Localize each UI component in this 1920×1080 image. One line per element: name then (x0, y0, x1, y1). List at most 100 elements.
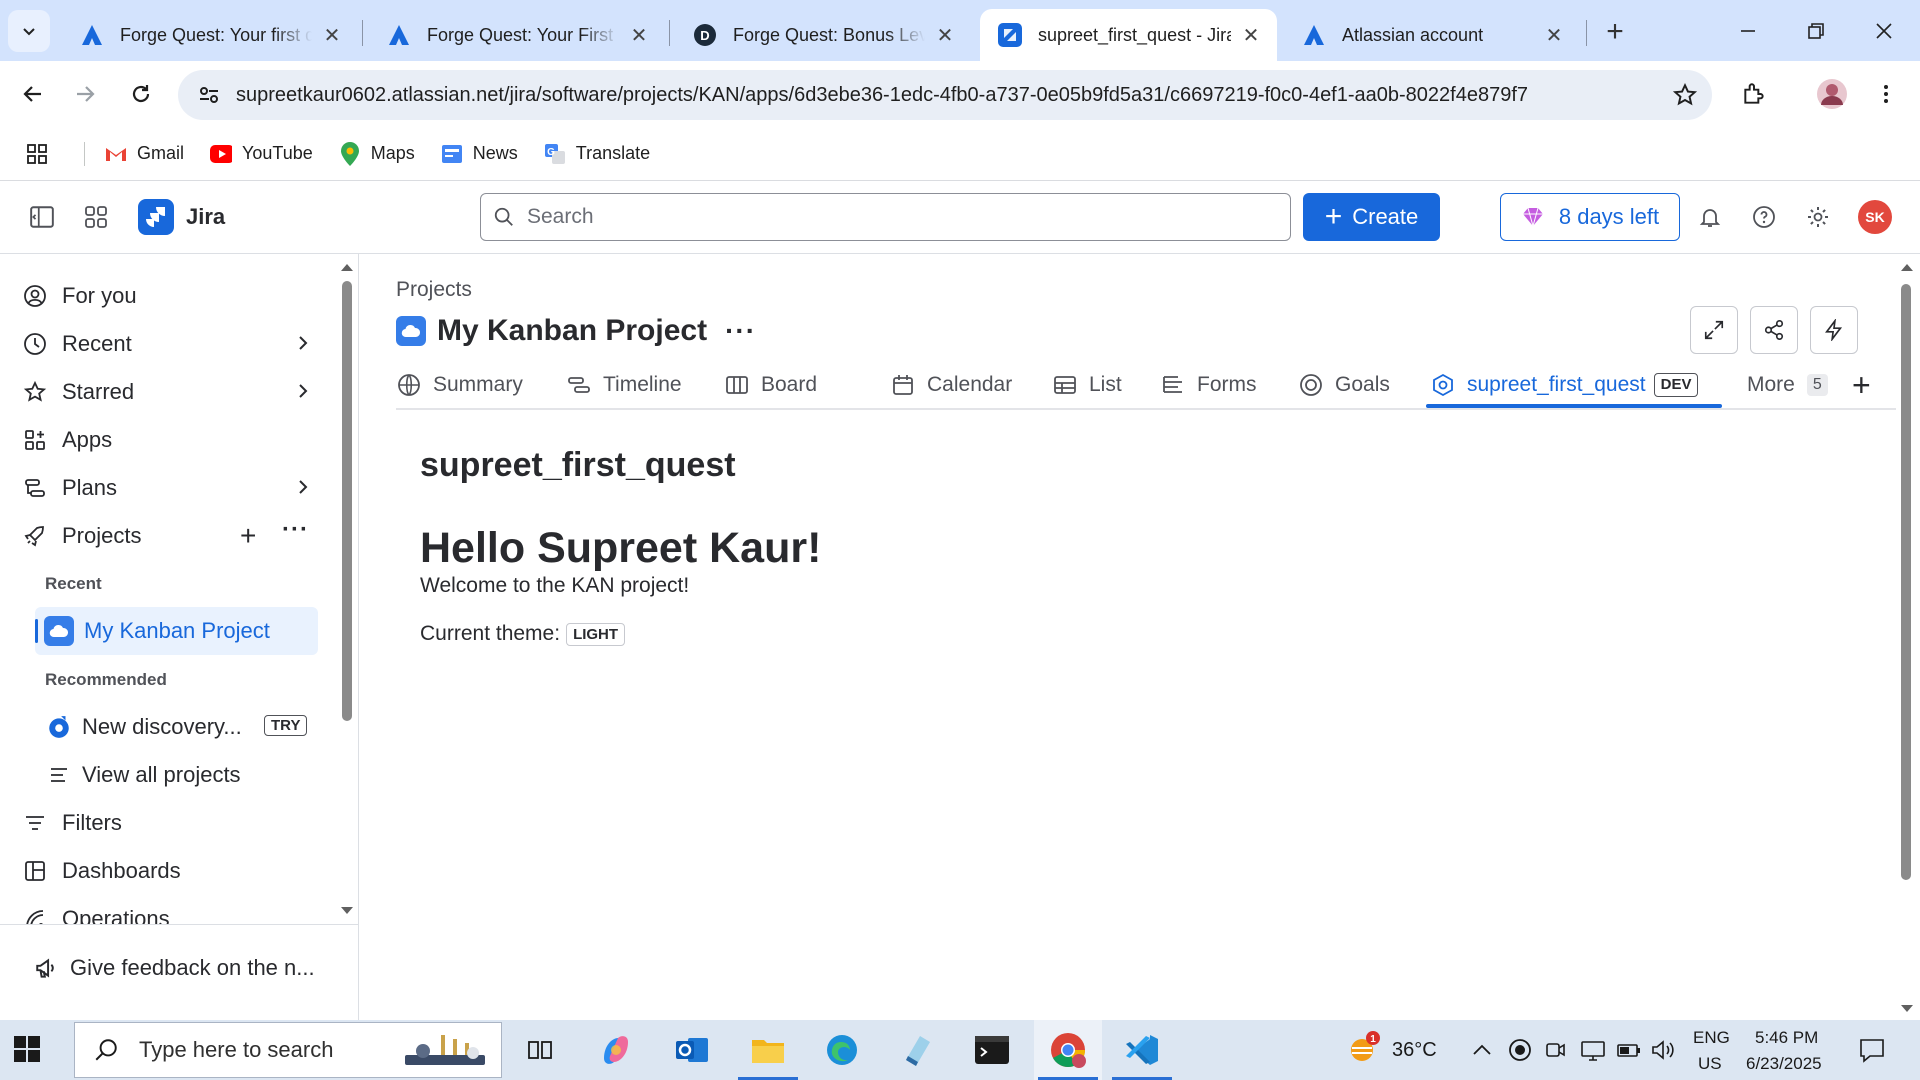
tab-calendar[interactable]: Calendar (890, 362, 1012, 408)
bookmark-maps[interactable]: Maps (339, 141, 415, 166)
trial-button[interactable]: 8 days left (1500, 193, 1680, 241)
automation-button[interactable] (1810, 306, 1858, 354)
give-feedback-button[interactable]: Give feedback on the n... (34, 955, 315, 981)
chevron-right-icon[interactable] (292, 380, 314, 408)
add-project-icon[interactable]: + (240, 520, 256, 552)
weather-temperature[interactable]: 36°C (1392, 1039, 1437, 1062)
settings-button[interactable] (1798, 197, 1838, 237)
bookmark-youtube[interactable]: YouTube (210, 143, 313, 165)
browser-tab[interactable]: Atlassian account ✕ (1284, 9, 1580, 61)
tab-timeline[interactable]: Timeline (566, 362, 682, 408)
file-explorer-app[interactable] (734, 1020, 802, 1080)
browser-menu-button[interactable] (1866, 74, 1906, 114)
tab-supreet-first-quest[interactable]: supreet_first_quest DEV (1430, 362, 1699, 408)
close-icon[interactable]: ✕ (933, 23, 957, 47)
notepad-app[interactable] (884, 1020, 952, 1080)
bookmark-star-icon[interactable] (1672, 82, 1698, 113)
sidebar-item-dashboards[interactable]: Dashboards (20, 849, 320, 893)
jira-logo[interactable]: Jira (138, 199, 225, 235)
outlook-app[interactable] (658, 1020, 726, 1080)
more-horizontal-icon[interactable]: ··· (282, 516, 309, 544)
add-tab-button[interactable]: + (1852, 362, 1871, 408)
tab-board[interactable]: Board (724, 362, 817, 408)
language-top[interactable]: ENG (1693, 1028, 1730, 1048)
language-bottom[interactable]: US (1698, 1054, 1722, 1074)
app-switcher-button[interactable] (76, 197, 116, 237)
forward-button[interactable] (64, 73, 106, 115)
sidebar-item-starred[interactable]: Starred (20, 370, 320, 414)
tab-more[interactable]: More 5 (1747, 362, 1828, 408)
close-icon[interactable]: ✕ (1239, 23, 1263, 47)
site-settings-icon[interactable] (198, 84, 222, 106)
browser-tab[interactable]: Forge Quest: Your first qu ✕ (62, 9, 358, 61)
bookmark-translate[interactable]: G Translate (544, 143, 650, 165)
meet-now-icon[interactable] (1544, 1038, 1568, 1062)
share-button[interactable] (1750, 306, 1798, 354)
sidebar-item-for-you[interactable]: For you (20, 274, 320, 318)
start-button[interactable] (14, 1036, 40, 1067)
sidebar-item-filters[interactable]: Filters (20, 801, 320, 845)
main-scrollbar-thumb[interactable] (1901, 284, 1911, 880)
breadcrumb[interactable]: Projects (396, 278, 472, 302)
close-icon[interactable]: ✕ (320, 23, 344, 47)
create-button[interactable]: + Create (1303, 193, 1440, 241)
sidebar-item-operations[interactable]: Operations (20, 897, 320, 924)
profile-button[interactable] (1812, 74, 1852, 114)
address-bar[interactable]: supreetkaur0602.atlassian.net/jira/softw… (178, 70, 1712, 120)
scroll-up-arrow-icon[interactable] (1900, 262, 1914, 272)
battery-icon[interactable] (1616, 1038, 1642, 1062)
sidebar-item-my-kanban-project[interactable]: My Kanban Project (44, 609, 344, 653)
clock-time[interactable]: 5:46 PM (1755, 1028, 1818, 1048)
close-icon[interactable]: ✕ (627, 23, 651, 47)
scroll-down-arrow-icon[interactable] (1900, 1004, 1914, 1014)
copilot-app[interactable] (582, 1020, 650, 1080)
search-input[interactable] (527, 205, 1227, 229)
tab-forms[interactable]: Forms (1160, 362, 1257, 408)
sidebar-scroll-area[interactable]: For you Recent Starred Apps Plans Projec… (0, 254, 358, 924)
sidebar-item-projects[interactable]: Projects + ··· (20, 514, 320, 558)
user-avatar[interactable]: SK (1858, 200, 1892, 234)
sidebar-item-apps[interactable]: Apps (20, 418, 320, 462)
taskbar-search[interactable]: Type here to search (74, 1022, 502, 1078)
tab-summary[interactable]: Summary (396, 362, 523, 408)
bookmark-news[interactable]: News (441, 143, 518, 165)
notifications-button[interactable] (1690, 197, 1730, 237)
record-icon[interactable] (1508, 1038, 1532, 1062)
extensions-button[interactable] (1734, 74, 1774, 114)
volume-icon[interactable] (1650, 1038, 1676, 1062)
new-tab-button[interactable]: + (1597, 14, 1633, 50)
chevron-up-icon[interactable] (1472, 1042, 1492, 1056)
help-button[interactable] (1744, 197, 1784, 237)
vscode-app[interactable] (1108, 1020, 1176, 1080)
sidebar-item-recent[interactable]: Recent (20, 322, 320, 366)
tab-search-button[interactable] (8, 10, 50, 52)
chevron-right-icon[interactable] (292, 476, 314, 504)
task-view-button[interactable] (506, 1020, 574, 1080)
notification-center-icon[interactable] (1858, 1036, 1886, 1064)
browser-tab-active[interactable]: supreet_first_quest - Jira ✕ (980, 9, 1277, 61)
scroll-down-arrow-icon[interactable] (340, 906, 354, 916)
restore-button[interactable] (1782, 0, 1850, 61)
browser-tab[interactable]: D Forge Quest: Bonus Level ✕ (675, 9, 971, 61)
search-field[interactable] (480, 193, 1291, 241)
sidebar-toggle-button[interactable] (22, 197, 62, 237)
sidebar-scrollbar-thumb[interactable] (342, 281, 352, 721)
sidebar-item-view-all-projects[interactable]: View all projects (44, 753, 344, 797)
back-button[interactable] (12, 73, 54, 115)
tab-list[interactable]: List (1052, 362, 1122, 408)
minimize-button[interactable] (1714, 0, 1782, 61)
sidebar-item-plans[interactable]: Plans (20, 466, 320, 510)
reload-button[interactable] (120, 73, 162, 115)
terminal-app[interactable] (958, 1020, 1026, 1080)
network-icon[interactable] (1580, 1038, 1606, 1062)
edge-app[interactable] (808, 1020, 876, 1080)
weather-icon[interactable]: 1 (1346, 1030, 1382, 1064)
browser-tab[interactable]: Forge Quest: Your First Q ✕ (369, 9, 665, 61)
tab-goals[interactable]: Goals (1298, 362, 1390, 408)
chevron-right-icon[interactable] (292, 332, 314, 360)
more-horizontal-icon[interactable]: ··· (725, 315, 756, 347)
chrome-app[interactable] (1034, 1020, 1102, 1080)
close-icon[interactable]: ✕ (1542, 23, 1566, 47)
bookmark-gmail[interactable]: Gmail (105, 143, 184, 165)
apps-grid-button[interactable] (26, 143, 58, 165)
